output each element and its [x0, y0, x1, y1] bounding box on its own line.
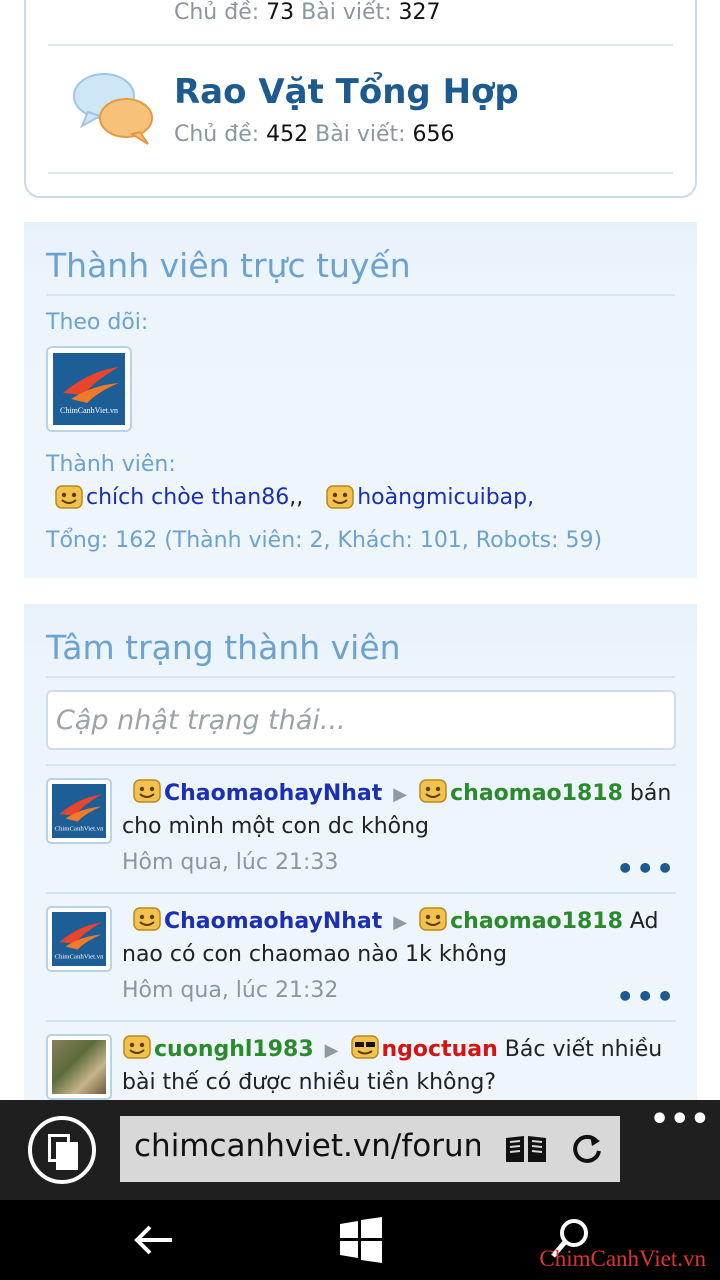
posts-count: 656 — [412, 122, 455, 147]
topics-count: 73 — [266, 0, 295, 25]
more-options-button[interactable]: ••• — [616, 852, 676, 885]
panel-title: Thành viên trực tuyến — [46, 246, 411, 285]
forum-title-link[interactable]: Rao Vặt Tổng Hợp — [174, 72, 519, 112]
posts-count: 327 — [398, 0, 441, 25]
sunglasses-badge-icon — [350, 1035, 379, 1059]
forum-stats: Chủ đề: 452 Bài viết: 656 — [174, 122, 455, 147]
windows-logo-icon[interactable] — [338, 1217, 384, 1263]
url-text[interactable]: chimcanhviet.vn/forum — [134, 1128, 480, 1164]
smiley-badge-icon — [55, 485, 83, 509]
posts-label: Bài viết: — [315, 122, 406, 147]
post-avatar[interactable]: ChimCanhViet.vn — [46, 778, 112, 844]
divider — [46, 294, 675, 296]
svg-text:ChimCanhViet.vn: ChimCanhViet.vn — [55, 826, 105, 833]
smiley-badge-icon — [123, 1035, 151, 1059]
members-label: Thành viên: — [46, 452, 176, 477]
site-logo: ChimCanhViet.vn — [52, 784, 106, 838]
post-avatar[interactable]: ChimCanhViet.vn — [46, 906, 112, 972]
post-timestamp[interactable]: Hôm qua, lúc 21:32 — [122, 978, 338, 1003]
member-link[interactable]: hoàngmicuibap — [357, 485, 527, 510]
smiley-badge-icon — [419, 907, 447, 931]
smiley-badge-icon — [326, 485, 354, 509]
separator: , — [527, 484, 535, 510]
status-post: ChimCanhViet.vn ChaomaohayNhat ▶ chaomao… — [46, 764, 676, 892]
divider — [46, 676, 675, 678]
post-author-link[interactable]: ChaomaohayNhat — [164, 909, 382, 934]
tabs-button[interactable] — [28, 1116, 96, 1184]
topics-count: 452 — [266, 122, 309, 147]
following-label: Theo dõi: — [46, 310, 149, 335]
topics-label: Chủ đề: — [174, 122, 260, 147]
more-options-button[interactable]: ••• — [616, 980, 676, 1013]
address-bar[interactable]: chimcanhviet.vn/forum — [120, 1116, 620, 1182]
status-input[interactable] — [46, 690, 676, 750]
post-author-link[interactable]: cuonghl1983 — [154, 1037, 314, 1062]
smiley-badge-icon — [419, 779, 447, 803]
tabs-icon — [56, 1142, 78, 1170]
followed-avatar[interactable]: ChimCanhViet.vn — [46, 346, 132, 432]
reading-view-icon[interactable] — [504, 1134, 548, 1164]
site-logo: ChimCanhViet.vn — [52, 912, 106, 966]
arrow-icon: ▶ — [393, 912, 408, 933]
system-nav-bar: ChimCanhViet.vn — [0, 1200, 720, 1280]
online-totals: Tổng: 162 (Thành viên: 2, Khách: 101, Ro… — [46, 528, 603, 553]
divider — [48, 172, 673, 174]
arrow-icon: ▶ — [324, 1040, 339, 1061]
site-logo: ChimCanhViet.vn — [53, 353, 125, 425]
post-recipient-link[interactable]: chaomao1818 — [450, 909, 623, 934]
member-link[interactable]: chích chòe than86 — [86, 485, 289, 510]
refresh-icon[interactable] — [570, 1132, 604, 1166]
more-menu-button[interactable]: ••• — [650, 1102, 711, 1137]
post-recipient-link[interactable]: chaomao1818 — [450, 781, 623, 806]
post-recipient-link[interactable]: ngoctuan — [382, 1037, 498, 1062]
status-post: ChimCanhViet.vn ChaomaohayNhat ▶ chaomao… — [46, 892, 676, 1020]
divider — [48, 44, 673, 46]
smiley-badge-icon — [133, 907, 161, 931]
post-text: cuonghl1983 ▶ ngoctuan Bác viết nhiều bà… — [122, 1034, 678, 1099]
topics-label: Chủ đề: — [174, 0, 260, 25]
posts-label: Bài viết: — [301, 0, 392, 25]
separator: ,, — [289, 484, 304, 510]
chat-bubbles-icon — [73, 73, 153, 145]
arrow-icon: ▶ — [393, 784, 408, 805]
post-avatar[interactable] — [46, 1034, 112, 1100]
back-arrow-icon[interactable] — [132, 1220, 174, 1260]
online-members-panel: Thành viên trực tuyến Theo dõi: ChimCanh… — [24, 222, 697, 578]
online-members-list: chích chòe than86 ,, hoàngmicuibap , — [54, 484, 534, 510]
prev-forum-stats: Chủ đề: 73 Bài viết: 327 — [174, 0, 441, 25]
post-author-link[interactable]: ChaomaohayNhat — [164, 781, 382, 806]
forum-list: Chủ đề: 73 Bài viết: 327 Rao Vặt Tổng Hợ… — [24, 0, 697, 198]
post-timestamp[interactable]: Hôm qua, lúc 21:33 — [122, 850, 338, 875]
member-mood-panel: Tâm trạng thành viên ChimCanhViet.vn Cha… — [24, 604, 697, 1104]
watermark: ChimCanhViet.vn — [539, 1246, 706, 1271]
svg-text:ChimCanhViet.vn: ChimCanhViet.vn — [55, 954, 105, 961]
browser-toolbar: chimcanhviet.vn/forum ••• — [0, 1100, 720, 1200]
post-text: ChaomaohayNhat ▶ chaomao1818 Ad nao có c… — [122, 906, 678, 971]
svg-text:ChimCanhViet.vn: ChimCanhViet.vn — [60, 406, 118, 415]
panel-title: Tâm trạng thành viên — [46, 628, 401, 667]
smiley-badge-icon — [133, 779, 161, 803]
bird-photo — [52, 1040, 106, 1094]
post-text: ChaomaohayNhat ▶ chaomao1818 bán cho mìn… — [122, 778, 678, 843]
